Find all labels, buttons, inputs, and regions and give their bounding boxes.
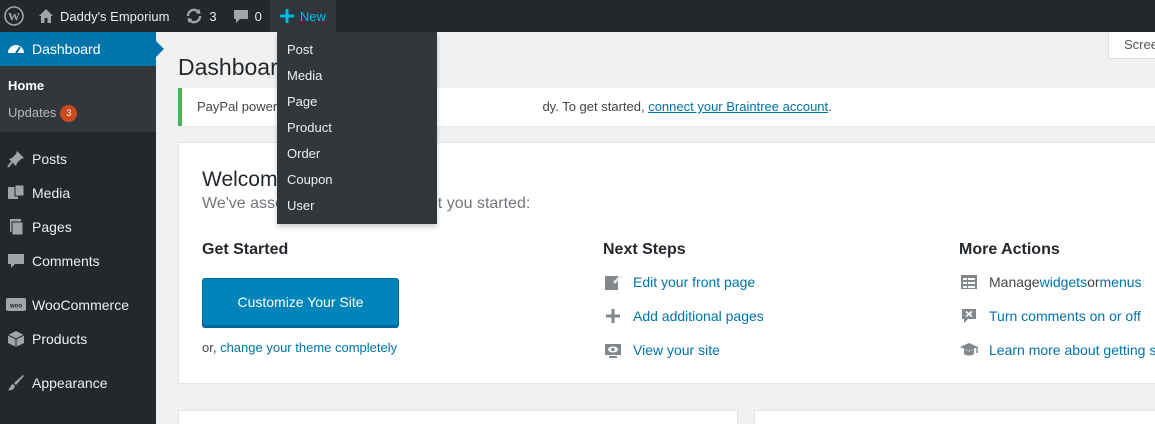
page-title: Dashboard bbox=[178, 54, 291, 80]
comment-icon bbox=[233, 10, 248, 23]
submenu-item-updates[interactable]: Updates 3 bbox=[0, 99, 156, 126]
step-link[interactable]: View your site bbox=[633, 342, 720, 358]
sidebar-separator bbox=[0, 278, 156, 288]
updates-menu[interactable]: 3 bbox=[177, 0, 224, 32]
dashboard-icon bbox=[5, 38, 27, 60]
customize-site-button[interactable]: Customize Your Site bbox=[202, 278, 399, 326]
next-step-edit-front-page[interactable]: Edit your front page bbox=[603, 271, 755, 293]
or-prefix: or, bbox=[202, 340, 221, 355]
edit-icon bbox=[603, 272, 623, 292]
learn-more-link[interactable]: Learn more about getting s bbox=[989, 342, 1155, 358]
home-icon bbox=[39, 9, 53, 23]
notice-text-end: dy. To get started, bbox=[542, 99, 649, 114]
next-step-add-pages[interactable]: Add additional pages bbox=[603, 305, 764, 327]
comments-count: 0 bbox=[254, 8, 262, 24]
comments-off-icon bbox=[959, 306, 979, 326]
screen-options-button[interactable]: Scree bbox=[1108, 32, 1155, 59]
view-icon bbox=[603, 340, 623, 360]
sidebar-item-label: Pages bbox=[32, 219, 72, 235]
wordpress-logo-button[interactable]: W bbox=[0, 0, 28, 32]
sidebar-item-label: Comments bbox=[32, 253, 100, 269]
new-menu-item-order[interactable]: Order bbox=[277, 141, 437, 167]
brush-icon bbox=[5, 372, 27, 394]
sidebar-item-label: Media bbox=[32, 185, 71, 201]
sidebar-item-appearance[interactable]: Appearance bbox=[0, 366, 156, 400]
sidebar-item-woocommerce[interactable]: woo WooCommerce bbox=[0, 288, 156, 322]
sidebar-item-label: Appearance bbox=[32, 375, 108, 391]
or-word: or bbox=[1087, 274, 1100, 290]
sidebar-item-label: WooCommerce bbox=[32, 297, 129, 313]
change-theme-link[interactable]: change your theme completely bbox=[220, 340, 397, 355]
welcome-about-start: We've asse bbox=[202, 195, 284, 212]
new-menu-item-coupon[interactable]: Coupon bbox=[277, 167, 437, 193]
updates-badge: 3 bbox=[60, 105, 78, 123]
pages-icon bbox=[5, 216, 27, 238]
sidebar-item-products[interactable]: Products bbox=[0, 322, 156, 356]
woocommerce-icon: woo bbox=[5, 294, 27, 316]
updates-count: 3 bbox=[209, 8, 217, 24]
sidebar-item-label: Dashboard bbox=[32, 41, 101, 57]
more-actions-heading: More Actions bbox=[959, 241, 1060, 258]
box-icon bbox=[5, 328, 27, 350]
get-started-heading: Get Started bbox=[202, 241, 289, 258]
next-step-view-site[interactable]: View your site bbox=[603, 339, 720, 361]
comment-icon bbox=[5, 250, 27, 272]
svg-text:woo: woo bbox=[9, 304, 22, 310]
sidebar-item-media[interactable]: Media bbox=[0, 176, 156, 210]
more-action-comments[interactable]: Turn comments on or off bbox=[959, 305, 1141, 327]
graduation-cap-icon bbox=[959, 340, 979, 360]
change-theme-line: or, change your theme completely bbox=[202, 340, 397, 355]
comments-menu[interactable]: 0 bbox=[225, 0, 270, 32]
widgets-icon bbox=[959, 272, 979, 292]
new-menu-item-media[interactable]: Media bbox=[277, 63, 437, 89]
wordpress-logo-icon: W bbox=[4, 6, 24, 26]
comments-toggle-link[interactable]: Turn comments on or off bbox=[989, 308, 1141, 324]
notice-text: PayPal powere bbox=[197, 99, 285, 114]
admin-sidebar: Dashboard Home Updates 3 Posts Media Page… bbox=[0, 32, 164, 424]
more-action-learn[interactable]: Learn more about getting s bbox=[959, 339, 1155, 361]
new-menu-item-product[interactable]: Product bbox=[277, 115, 437, 141]
welcome-about-end: et you started: bbox=[428, 195, 531, 212]
admin-bar: W Daddy's Emporium 3 0 New bbox=[0, 0, 1155, 32]
svg-text:W: W bbox=[8, 10, 20, 24]
sidebar-item-comments[interactable]: Comments bbox=[0, 244, 156, 278]
sidebar-separator bbox=[0, 356, 156, 366]
pin-icon bbox=[5, 148, 27, 170]
sidebar-item-label: Products bbox=[32, 331, 88, 347]
step-link[interactable]: Edit your front page bbox=[633, 274, 755, 290]
dashboard-widget-panel bbox=[754, 410, 1155, 424]
manage-prefix: Manage bbox=[989, 274, 1040, 290]
submenu-item-home[interactable]: Home bbox=[0, 72, 156, 99]
dashboard-submenu: Home Updates 3 bbox=[0, 66, 156, 132]
sidebar-item-posts[interactable]: Posts bbox=[0, 142, 156, 176]
plus-icon bbox=[603, 306, 623, 326]
new-menu-item-page[interactable]: Page bbox=[277, 89, 437, 115]
notice-period: . bbox=[828, 99, 832, 114]
new-menu-item-user[interactable]: User bbox=[277, 193, 437, 219]
new-content-dropdown: Post Media Page Product Order Coupon Use… bbox=[277, 32, 437, 224]
new-label: New bbox=[299, 8, 326, 24]
sidebar-item-pages[interactable]: Pages bbox=[0, 210, 156, 244]
sidebar-separator bbox=[0, 132, 156, 142]
next-steps-heading: Next Steps bbox=[603, 241, 686, 258]
menus-link[interactable]: menus bbox=[1100, 274, 1142, 290]
media-icon bbox=[5, 182, 27, 204]
plus-icon bbox=[279, 9, 294, 23]
submenu-item-label: Updates bbox=[8, 105, 57, 120]
braintree-connect-link[interactable]: connect your Braintree account bbox=[648, 99, 828, 114]
site-name: Daddy's Emporium bbox=[60, 8, 170, 24]
step-link[interactable]: Add additional pages bbox=[633, 308, 764, 324]
sidebar-item-dashboard[interactable]: Dashboard bbox=[0, 32, 164, 66]
sidebar-item-label: Posts bbox=[32, 151, 68, 167]
dashboard-widget-panel bbox=[178, 410, 738, 424]
welcome-title: Welcom bbox=[202, 168, 278, 191]
refresh-icon bbox=[187, 8, 202, 24]
new-menu-item-post[interactable]: Post bbox=[277, 37, 437, 63]
new-content-menu[interactable]: New bbox=[269, 0, 336, 32]
more-action-manage: Manage widgets or menus bbox=[959, 271, 1142, 293]
widgets-link[interactable]: widgets bbox=[1040, 274, 1087, 290]
site-name-menu[interactable]: Daddy's Emporium bbox=[28, 0, 177, 32]
